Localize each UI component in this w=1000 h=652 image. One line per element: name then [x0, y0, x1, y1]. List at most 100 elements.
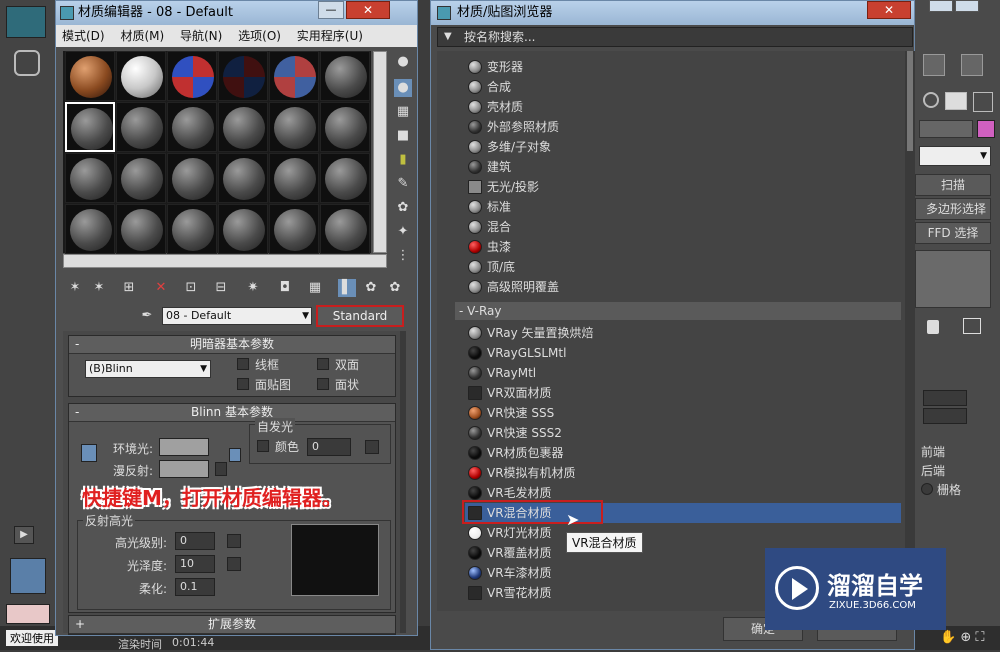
go-parent-icon[interactable]: ✿ — [362, 279, 380, 297]
chevron-down-icon[interactable]: ▼ — [302, 308, 309, 324]
poly-select-button[interactable]: 多边形选择 — [915, 198, 991, 220]
list-item[interactable]: 顶/底 — [465, 257, 901, 277]
browser-scrollbar[interactable] — [905, 51, 915, 611]
sample-slot[interactable] — [116, 51, 166, 101]
app-logo-icon[interactable] — [6, 6, 46, 38]
spec-level-map-button[interactable] — [227, 534, 241, 548]
sample-slot[interactable] — [116, 204, 166, 254]
object-name-field[interactable] — [919, 120, 973, 138]
list-item[interactable]: VR材质包裹器 — [465, 443, 901, 463]
self-illum-spinner[interactable]: 0 — [307, 438, 351, 456]
material-id-icon[interactable]: ◘ — [276, 279, 294, 297]
sample-slot[interactable] — [269, 51, 319, 101]
list-item[interactable]: VR模拟有机材质 — [465, 463, 901, 483]
sample-slot[interactable] — [269, 102, 319, 152]
show-end-result-icon[interactable]: ▌ — [338, 279, 356, 297]
list-item[interactable]: 标准 — [465, 197, 901, 217]
sample-slot-selected[interactable] — [65, 102, 115, 152]
video-color-icon[interactable]: ▮ — [394, 151, 412, 169]
sample-slot[interactable] — [320, 204, 370, 254]
faceted-checkbox[interactable] — [317, 378, 329, 390]
nav-icons[interactable]: ✋ ⊕ ⛶ — [940, 630, 996, 646]
lock-ambient-button[interactable] — [81, 444, 97, 462]
vray-group-header[interactable]: - V-Ray — [455, 302, 901, 320]
get-material-icon[interactable]: ✶ — [66, 279, 84, 297]
sample-slot[interactable] — [167, 51, 217, 101]
sample-type-icon[interactable]: ● — [394, 53, 412, 71]
sample-slot[interactable] — [218, 153, 268, 203]
slots-vscroll[interactable] — [373, 51, 387, 253]
display-icon[interactable] — [945, 92, 967, 110]
menu-material[interactable]: 材质(M) — [120, 29, 164, 43]
scan-button[interactable]: 扫描 — [915, 174, 991, 196]
material-navigator-icon[interactable]: ⋮ — [394, 247, 412, 265]
pin-icon[interactable] — [927, 320, 939, 334]
copy-material-icon[interactable]: ⊡ — [182, 279, 200, 297]
make-preview-icon[interactable]: ✎ — [394, 175, 412, 193]
material-editor-titlebar[interactable]: 材质编辑器 - 08 - Default — ✕ — [56, 1, 417, 25]
list-item[interactable]: 多维/子对象 — [465, 137, 901, 157]
ffd-select-button[interactable]: FFD 选择 — [915, 222, 991, 244]
sample-slot[interactable] — [320, 51, 370, 101]
two-sided-checkbox[interactable] — [317, 358, 329, 370]
camera-icon[interactable] — [923, 92, 939, 108]
param-spinner-1[interactable] — [923, 390, 967, 406]
diffuse-color-swatch[interactable] — [159, 460, 209, 478]
go-sibling-icon[interactable]: ✿ — [386, 279, 404, 297]
background-icon[interactable]: ▦ — [394, 103, 412, 121]
menu-utilities[interactable]: 实用程序(U) — [297, 29, 363, 43]
minimize-button[interactable]: — — [318, 1, 344, 19]
uv-tiling-icon[interactable]: ■ — [394, 127, 412, 145]
list-item[interactable]: VR灯光材质 — [465, 523, 901, 543]
material-name-field[interactable]: 08 - Default ▼ — [162, 307, 312, 325]
list-item[interactable]: VRayMtl — [465, 363, 901, 383]
modifier-stack[interactable] — [915, 250, 991, 308]
blinn-rollout-header[interactable]: - Blinn 基本参数 — [69, 404, 395, 422]
modify-icon[interactable] — [961, 54, 983, 76]
list-item[interactable]: 无光/投影 — [465, 177, 901, 197]
menu-mode[interactable]: 模式(D) — [62, 29, 105, 43]
eyedropper-icon[interactable]: ✒ — [138, 307, 156, 325]
utilities-icon[interactable] — [973, 92, 993, 112]
ambient-color-swatch[interactable] — [159, 438, 209, 456]
sample-slot[interactable] — [167, 204, 217, 254]
menu-options[interactable]: 选项(O) — [238, 29, 281, 43]
restore-icon[interactable] — [955, 0, 979, 12]
list-item[interactable]: VR双面材质 — [465, 383, 901, 403]
list-item[interactable]: 高级照明覆盖 — [465, 277, 901, 297]
sample-slot[interactable] — [116, 102, 166, 152]
sample-slot[interactable] — [269, 204, 319, 254]
list-item[interactable]: 合成 — [465, 77, 901, 97]
put-to-scene-icon[interactable]: ✶ — [90, 279, 108, 297]
list-item[interactable]: 建筑 — [465, 157, 901, 177]
soften-spinner[interactable]: 0.1 — [175, 578, 215, 596]
search-bar[interactable]: ▼ 按名称搜索... — [437, 27, 913, 47]
reset-material-icon[interactable]: ✕ — [152, 279, 170, 297]
put-to-library-icon[interactable]: ✷ — [244, 279, 262, 297]
sample-slot[interactable] — [116, 153, 166, 203]
assign-material-icon[interactable]: ⊞ — [120, 279, 138, 297]
hierarchy-icon[interactable] — [923, 54, 945, 76]
list-item[interactable]: VRay 矢量置换烘焙 — [465, 323, 901, 343]
sample-slot[interactable] — [65, 51, 115, 101]
list-item[interactable]: VR快速 SSS — [465, 403, 901, 423]
sample-slot[interactable] — [65, 153, 115, 203]
config-icon[interactable] — [963, 318, 981, 334]
options-icon[interactable]: ✿ — [394, 199, 412, 217]
link-icon[interactable] — [14, 50, 40, 76]
play-icon[interactable]: ▶ — [14, 526, 34, 544]
modifier-dropdown[interactable]: ▼ — [919, 146, 991, 166]
color-swatch[interactable] — [6, 604, 50, 624]
menu-triangle-icon[interactable]: ▼ — [444, 28, 452, 46]
spec-level-spinner[interactable]: 0 — [175, 532, 215, 550]
list-item[interactable]: 壳材质 — [465, 97, 901, 117]
grid-radio[interactable] — [921, 483, 933, 495]
glossiness-spinner[interactable]: 10 — [175, 555, 215, 573]
sample-slot[interactable] — [320, 153, 370, 203]
list-item[interactable]: 变形器 — [465, 57, 901, 77]
shader-rollout-header[interactable]: - 明暗器基本参数 — [69, 336, 395, 354]
face-map-checkbox[interactable] — [237, 378, 249, 390]
slots-hscroll[interactable] — [63, 254, 387, 268]
sample-slot[interactable] — [269, 153, 319, 203]
sample-slot[interactable] — [218, 102, 268, 152]
